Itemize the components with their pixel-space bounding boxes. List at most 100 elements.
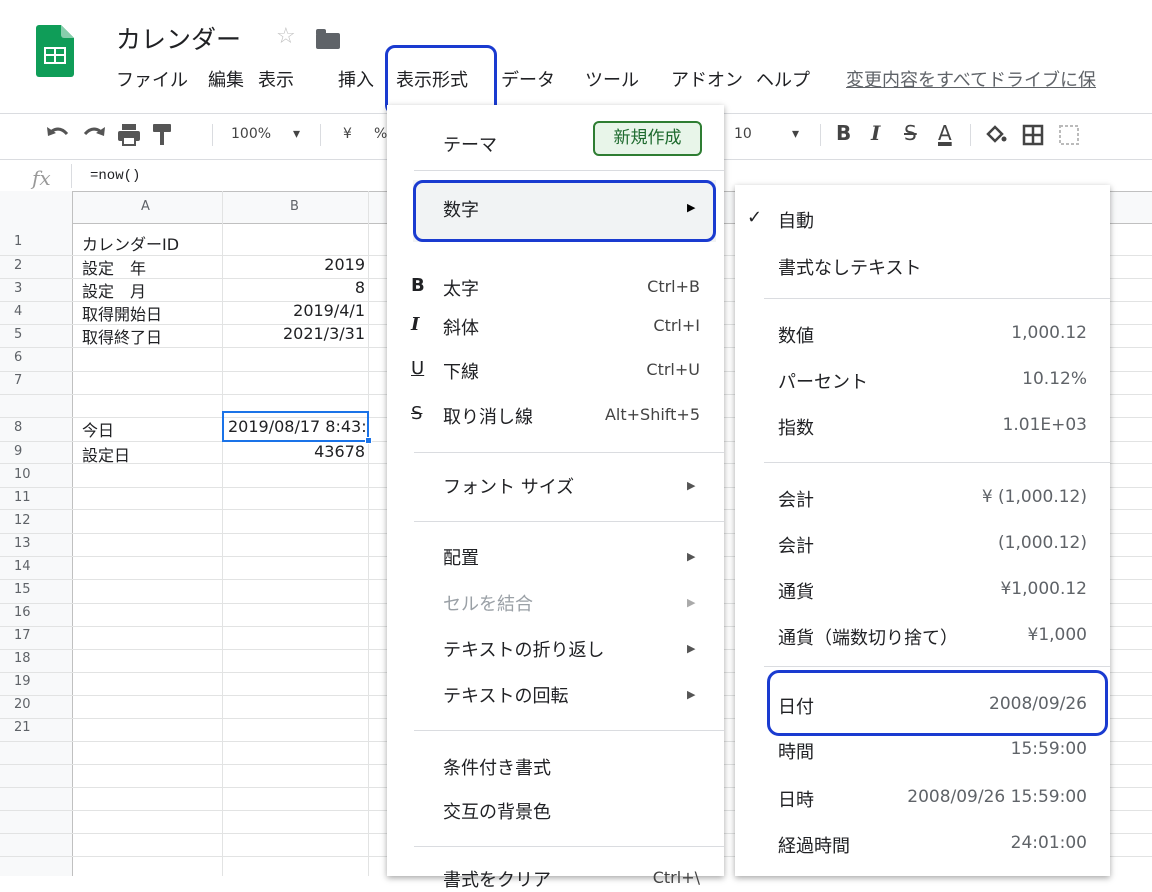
row-header-11[interactable]: 11	[0, 490, 73, 505]
menu-help[interactable]: ヘルプ	[756, 66, 810, 92]
menu-item-strikethrough[interactable]: 取り消し線	[443, 403, 533, 429]
row-header-15[interactable]: 15	[0, 582, 73, 597]
save-status-link[interactable]: 変更内容をすべてドライブに保	[846, 66, 1096, 92]
cell-a8[interactable]: 設定日	[82, 442, 130, 466]
row-header-20[interactable]: 20	[0, 697, 73, 712]
menu-edit[interactable]: 編集	[208, 66, 244, 92]
menu-item-clear-formatting[interactable]: 書式をクリア	[443, 866, 551, 892]
submenu-arrow-icon: ▶	[687, 479, 696, 492]
menu-data[interactable]: データ	[501, 66, 555, 92]
format-currency[interactable]: 通貨	[778, 578, 814, 604]
menu-item-italic[interactable]: 斜体	[443, 314, 479, 340]
row-header-16[interactable]: 16	[0, 605, 73, 620]
format-accounting[interactable]: 会計	[778, 486, 814, 512]
cell-a4[interactable]: 取得開始日	[82, 301, 162, 325]
sheets-logo-icon[interactable]	[36, 25, 74, 77]
format-datetime-example: 2008/09/26 15:59:00	[907, 787, 1087, 807]
row-header-19[interactable]: 19	[0, 674, 73, 689]
format-time[interactable]: 時間	[778, 738, 814, 764]
cell-a1[interactable]: カレンダーID	[82, 231, 179, 255]
format-scientific[interactable]: 指数	[778, 414, 814, 440]
chevron-down-icon[interactable]: ▾	[293, 119, 300, 149]
toolbar-separator	[320, 124, 321, 146]
folder-icon[interactable]	[316, 29, 340, 49]
new-theme-button[interactable]: 新規作成	[593, 121, 702, 156]
menu-item-align[interactable]: 配置	[443, 544, 479, 570]
format-percent[interactable]: パーセント	[778, 368, 868, 394]
document-title[interactable]: カレンダー	[116, 20, 241, 56]
format-datetime[interactable]: 日時	[778, 786, 814, 812]
format-currency-rounded-example: ¥1,000	[1027, 625, 1087, 645]
borders-icon[interactable]	[1022, 124, 1044, 146]
cell-b2[interactable]: 2019	[222, 255, 365, 274]
star-icon[interactable]: ☆	[276, 24, 296, 49]
row-header-6[interactable]: 6	[0, 350, 73, 365]
format-duration[interactable]: 経過時間	[778, 832, 850, 858]
row-header-17[interactable]: 17	[0, 628, 73, 643]
row-header-10[interactable]: 10	[0, 467, 73, 482]
menu-view[interactable]: 表示	[258, 66, 294, 92]
fill-color-icon[interactable]	[984, 124, 1008, 146]
row-header-2[interactable]: 2	[0, 258, 73, 273]
menu-item-text-rotate[interactable]: テキストの回転	[443, 682, 568, 708]
cell-a5[interactable]: 取得終了日	[82, 324, 162, 348]
row-header-3[interactable]: 3	[0, 281, 73, 296]
menu-item-theme[interactable]: テーマ	[443, 131, 497, 157]
formula-input[interactable]: =now()	[90, 168, 140, 184]
menu-item-alternating-colors[interactable]: 交互の背景色	[443, 798, 551, 824]
menu-item-text-wrap[interactable]: テキストの折り返し	[443, 636, 604, 662]
menu-insert[interactable]: 挿入	[338, 66, 374, 92]
row-header-12[interactable]: 12	[0, 513, 73, 528]
menu-divider	[414, 452, 724, 453]
cell-b3[interactable]: 8	[222, 278, 365, 297]
currency-format-button[interactable]: ¥	[343, 119, 352, 149]
row-header-9[interactable]: 9	[0, 444, 73, 459]
cell-a3[interactable]: 設定 月	[82, 278, 146, 302]
format-currency-rounded[interactable]: 通貨（端数切り捨て）	[778, 624, 958, 650]
menu-item-font-size[interactable]: フォント サイズ	[443, 473, 574, 499]
merge-cells-icon[interactable]	[1058, 124, 1080, 146]
bold-button[interactable]: B	[836, 118, 851, 148]
paint-format-icon[interactable]	[150, 122, 174, 148]
row-header-21[interactable]: 21	[0, 720, 73, 735]
menu-addons[interactable]: アドオン	[671, 66, 743, 92]
menu-item-merge-cells[interactable]: セルを結合	[443, 590, 533, 616]
text-color-button[interactable]: A	[938, 118, 952, 148]
font-size-select[interactable]: 10	[734, 119, 752, 149]
fill-handle[interactable]	[365, 437, 372, 444]
menu-item-bold[interactable]: 太字	[443, 275, 479, 301]
column-header-a[interactable]: A	[141, 199, 150, 214]
row-header-7[interactable]: 7	[0, 373, 73, 388]
select-all-corner[interactable]	[0, 191, 73, 224]
row-header-1[interactable]: 1	[0, 234, 73, 249]
menu-file[interactable]: ファイル	[116, 66, 188, 92]
print-icon[interactable]	[116, 122, 142, 148]
chevron-down-icon[interactable]: ▾	[792, 119, 799, 149]
menu-item-conditional-format[interactable]: 条件付き書式	[443, 754, 551, 780]
format-financial[interactable]: 会計	[778, 532, 814, 558]
menu-item-underline[interactable]: 下線	[443, 358, 479, 384]
row-header-14[interactable]: 14	[0, 559, 73, 574]
strikethrough-button[interactable]: S	[904, 118, 917, 148]
cell-b4[interactable]: 2019/4/1	[222, 301, 365, 320]
format-number[interactable]: 数値	[778, 322, 814, 348]
column-header-b[interactable]: B	[290, 199, 299, 214]
menu-divider	[414, 170, 724, 171]
undo-icon[interactable]	[44, 124, 70, 146]
format-automatic[interactable]: 自動	[778, 207, 814, 233]
cell-b8[interactable]: 43678	[222, 442, 365, 461]
row-header-5[interactable]: 5	[0, 327, 73, 342]
zoom-select[interactable]: 100%	[231, 119, 271, 149]
row-header-8[interactable]: 8	[0, 420, 73, 435]
cell-a7[interactable]: 今日	[82, 417, 114, 441]
percent-format-button[interactable]: %	[374, 119, 387, 149]
italic-button[interactable]: I	[871, 118, 880, 148]
row-header-4[interactable]: 4	[0, 304, 73, 319]
format-plain-text[interactable]: 書式なしテキスト	[778, 254, 921, 280]
row-header-18[interactable]: 18	[0, 651, 73, 666]
cell-a2[interactable]: 設定 年	[82, 255, 146, 279]
redo-icon[interactable]	[82, 124, 108, 146]
row-header-13[interactable]: 13	[0, 536, 73, 551]
menu-tools[interactable]: ツール	[585, 66, 639, 92]
cell-b5[interactable]: 2021/3/31	[222, 324, 365, 343]
